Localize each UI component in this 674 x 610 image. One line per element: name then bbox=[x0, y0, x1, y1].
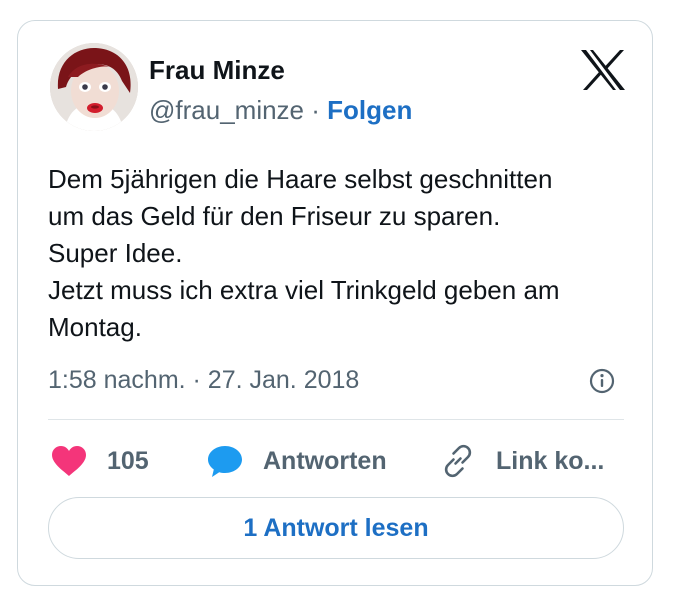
copy-link-button[interactable]: Link ko... bbox=[440, 441, 604, 481]
read-replies-button[interactable]: 1 Antwort lesen bbox=[48, 497, 624, 559]
info-icon[interactable] bbox=[589, 368, 615, 394]
read-replies-label: 1 Antwort lesen bbox=[243, 513, 429, 542]
heart-icon bbox=[52, 446, 86, 476]
tweet-text: Dem 5jährigen die Haare selbst geschnitt… bbox=[48, 164, 560, 342]
speech-bubble-icon bbox=[208, 446, 242, 477]
copy-link-label: Link ko... bbox=[496, 446, 605, 475]
author-name[interactable]: Frau Minze bbox=[149, 55, 285, 85]
author-handle[interactable]: @frau_minze bbox=[149, 95, 304, 125]
author-meta: @frau_minze · Folgen bbox=[149, 95, 412, 125]
reply-label: Antworten bbox=[263, 446, 387, 475]
avatar[interactable] bbox=[50, 43, 138, 131]
reply-button[interactable]: Antworten bbox=[207, 441, 387, 481]
tweet-card: Frau Minze @frau_minze · Folgen Dem 5jäh… bbox=[17, 20, 653, 586]
link-icon bbox=[444, 444, 472, 478]
tweet-timestamp[interactable]: 1:58 nachm. · 27. Jan. 2018 bbox=[48, 365, 359, 395]
follow-button[interactable]: Folgen bbox=[327, 95, 412, 125]
avatar-image bbox=[50, 43, 138, 131]
like-button[interactable]: 105 bbox=[51, 441, 149, 481]
divider bbox=[48, 419, 624, 420]
like-count: 105 bbox=[107, 446, 149, 475]
x-logo-icon[interactable] bbox=[580, 49, 626, 91]
handle-separator: · bbox=[304, 95, 328, 125]
